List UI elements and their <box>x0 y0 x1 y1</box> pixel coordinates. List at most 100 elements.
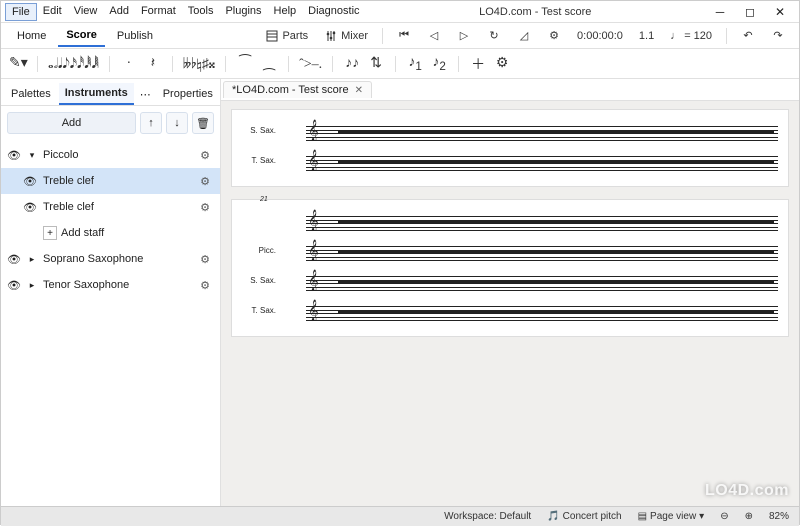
instrument-row[interactable]: 👁▸Tenor Saxophone⚙ <box>1 272 220 298</box>
delete-instrument-button[interactable]: 🗑 <box>192 112 214 134</box>
sidebar: Palettes Instruments ⋯ Properties Add ↑ … <box>1 79 221 506</box>
plus-icon: + <box>43 226 57 240</box>
flip-button[interactable]: ⇅ <box>367 55 385 72</box>
instrument-tree: 👁▾Piccolo⚙👁Treble clef⚙👁Treble clef⚙+Add… <box>1 140 220 300</box>
articulation-button[interactable]: > <box>304 57 312 72</box>
add-staff-row[interactable]: +Add staff <box>1 220 220 246</box>
undo-button[interactable]: ↶ <box>735 27 761 45</box>
duration-button[interactable]: 𝅘𝅥𝅱 <box>84 57 91 72</box>
workspace-label[interactable]: Workspace: Default <box>440 510 535 523</box>
document-tab[interactable]: *LO4D.com - Test score ✕ <box>223 81 372 98</box>
toolbar-settings-button[interactable]: ⚙ <box>493 55 511 72</box>
add-button[interactable]: ＋ <box>469 54 487 74</box>
playback-settings-button[interactable]: ⚙ <box>541 27 567 45</box>
voice2-button[interactable]: ♪2 <box>430 55 448 73</box>
redo-icon: ↷ <box>771 29 785 43</box>
instrument-label: Treble clef <box>43 175 190 187</box>
gear-icon[interactable]: ⚙ <box>196 149 214 162</box>
menu-plugins[interactable]: Plugins <box>219 3 267 21</box>
prev-button[interactable]: ◁ <box>421 27 447 45</box>
close-tab-icon[interactable]: ✕ <box>355 85 363 96</box>
sidebar-tab-instruments[interactable]: Instruments <box>59 83 134 105</box>
move-up-button[interactable]: ↑ <box>140 112 162 134</box>
tab-home[interactable]: Home <box>9 26 54 46</box>
score-canvas[interactable]: S. Sax.𝄞T. Sax.𝄞21𝄞Picc.𝄞S. Sax.𝄞T. Sax.… <box>221 101 799 506</box>
instrument-row[interactable]: 👁 Treble clef ⚙ <box>1 168 220 194</box>
redo-button[interactable]: ↷ <box>765 27 791 45</box>
duration-button[interactable]: 𝅘𝅥𝅲 <box>92 57 99 72</box>
voice1-button[interactable]: ♪1 <box>406 55 424 73</box>
visibility-icon[interactable]: 👁 <box>23 175 37 188</box>
articulation-button[interactable]: . <box>319 57 323 72</box>
menu-format[interactable]: Format <box>135 3 182 21</box>
gear-icon[interactable]: ⚙ <box>196 279 214 292</box>
menu-diagnostic[interactable]: Diagnostic <box>302 3 365 21</box>
zoom-readout[interactable]: 82% <box>765 510 793 523</box>
menu-help[interactable]: Help <box>268 3 303 21</box>
dot-button[interactable]: · <box>120 56 138 72</box>
tab-publish[interactable]: Publish <box>109 26 161 46</box>
music-system: 21𝄞Picc.𝄞S. Sax.𝄞T. Sax.𝄞 <box>231 199 789 337</box>
staff-label: T. Sax. <box>236 156 276 165</box>
play-button[interactable]: ▷ <box>451 27 477 45</box>
instrument-row[interactable]: 👁 ▸ Soprano Saxophone ⚙ <box>1 246 220 272</box>
minimize-button[interactable]: ─ <box>705 2 735 22</box>
instrument-row[interactable]: 👁Treble clef⚙ <box>1 194 220 220</box>
menu-view[interactable]: View <box>68 3 104 21</box>
position-readout: 1.1 <box>633 28 660 44</box>
tempo-note-icon: ♩ <box>670 30 681 42</box>
accidental-button[interactable]: ♯ <box>202 57 209 72</box>
gear-icon[interactable]: ⚙ <box>196 253 214 266</box>
gear-icon[interactable]: ⚙ <box>196 201 214 214</box>
menu-file[interactable]: File <box>5 3 37 21</box>
tie-button[interactable]: ⁀ <box>236 55 254 72</box>
tuplet-button[interactable]: ♪♪ <box>343 56 361 72</box>
sidebar-tab-palettes[interactable]: Palettes <box>5 84 57 104</box>
expand-icon[interactable]: ▸ <box>27 280 37 291</box>
expand-icon[interactable]: ▾ <box>27 150 37 161</box>
concert-pitch-toggle[interactable]: 🎵 Concert pitch <box>543 510 625 523</box>
note-input-button[interactable]: ✎▾ <box>9 55 27 72</box>
expand-icon[interactable]: ▸ <box>27 254 37 265</box>
main-body: Palettes Instruments ⋯ Properties Add ↑ … <box>1 79 799 506</box>
close-button[interactable]: ✕ <box>765 2 795 22</box>
duration-button[interactable]: 𝅘𝅥𝅮 <box>62 57 69 72</box>
tempo-display[interactable]: ♩ = 120 <box>664 28 718 44</box>
visibility-icon[interactable]: 👁 <box>7 279 21 292</box>
add-instrument-button[interactable]: Add <box>7 112 136 134</box>
slur-button[interactable]: ⁔ <box>260 55 278 72</box>
visibility-icon[interactable]: 👁 <box>23 201 37 214</box>
instrument-row[interactable]: 👁▾Piccolo⚙ <box>1 142 220 168</box>
mixer-button[interactable]: Mixer <box>318 27 374 45</box>
sidebar-tab-more[interactable]: ⋯ <box>136 84 155 105</box>
zoom-in-button[interactable]: ⊕ <box>741 510 757 523</box>
staff-label: S. Sax. <box>236 276 276 285</box>
maximize-button[interactable]: ◻ <box>735 2 765 22</box>
sidebar-tab-properties[interactable]: Properties <box>157 84 219 104</box>
titlebar: FileEditViewAddFormatToolsPluginsHelpDia… <box>1 1 799 23</box>
visibility-icon[interactable]: 👁 <box>7 149 21 162</box>
menu-edit[interactable]: Edit <box>37 3 68 21</box>
gear-icon[interactable]: ⚙ <box>196 175 214 188</box>
visibility-icon[interactable]: 👁 <box>7 253 21 266</box>
move-down-button[interactable]: ↓ <box>166 112 188 134</box>
mixer-icon <box>324 29 338 43</box>
tab-score[interactable]: Score <box>58 25 105 47</box>
duration-button[interactable]: 𝅘𝅥𝅯 <box>70 57 77 72</box>
page-view-select[interactable]: ▤ Page view ▾ <box>634 510 709 523</box>
parts-button[interactable]: Parts <box>259 27 314 45</box>
articulation-button[interactable]: – <box>312 57 319 72</box>
instrument-label: Soprano Saxophone <box>43 253 190 265</box>
menu-tools[interactable]: Tools <box>182 3 220 21</box>
menu-add[interactable]: Add <box>103 3 135 21</box>
metronome-button[interactable]: ◿ <box>511 27 537 45</box>
accidental-button[interactable]: 𝄪 <box>209 57 215 72</box>
staff: 𝄞 <box>278 210 782 236</box>
zoom-out-button[interactable]: ⊖ <box>716 510 732 523</box>
parts-label: Parts <box>282 30 308 42</box>
loop-button[interactable]: ↻ <box>481 27 507 45</box>
parts-icon <box>265 29 279 43</box>
statusbar: Workspace: Default 🎵 Concert pitch ▤ Pag… <box>1 506 799 526</box>
rest-button[interactable]: 𝄽 <box>144 56 162 72</box>
rewind-button[interactable]: ⏮ <box>391 27 417 45</box>
